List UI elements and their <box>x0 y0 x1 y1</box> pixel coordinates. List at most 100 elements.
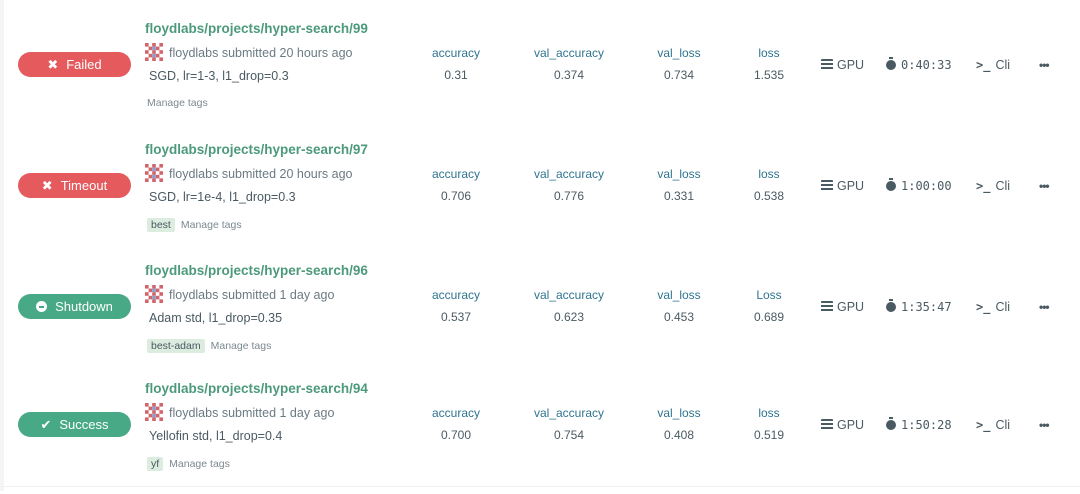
status-label: Success <box>59 417 109 432</box>
cli-button[interactable]: >_ Cli <box>976 179 1010 193</box>
metric-loss: Loss 0.689 <box>719 288 819 324</box>
metric-accuracy: accuracy 0.706 <box>406 167 506 203</box>
metric-name: accuracy <box>431 288 481 302</box>
metric-name: loss <box>758 46 780 60</box>
stopwatch-icon <box>886 417 896 430</box>
metric-value: 0.453 <box>663 310 695 324</box>
metric-val_accuracy: val_accuracy 0.623 <box>519 288 619 324</box>
more-options-button[interactable]: ••• <box>1039 58 1050 72</box>
tag-badge[interactable]: best-adam <box>147 339 205 353</box>
metric-name: val_loss <box>657 406 701 420</box>
user-avatar-icon <box>145 285 163 303</box>
owner-name[interactable]: floydlabs <box>169 406 218 420</box>
cli-button[interactable]: >_ Cli <box>976 418 1010 432</box>
submitted-time: submitted 1 day ago <box>221 406 335 420</box>
metric-val_loss: val_loss 0.331 <box>629 167 729 203</box>
instance-type: GPU <box>821 300 864 314</box>
status-badge[interactable]: ✖ Failed <box>18 52 131 77</box>
metric-name: accuracy <box>431 406 481 420</box>
tag-row: best Manage tags <box>147 218 242 232</box>
owner-name[interactable]: floydlabs <box>169 167 218 181</box>
metric-name: val_loss <box>657 288 701 302</box>
tag-badge[interactable]: best <box>147 218 175 232</box>
instance-label: GPU <box>837 418 865 432</box>
tag-badge[interactable]: yf <box>147 457 164 471</box>
metric-name: val_accuracy <box>533 288 605 302</box>
metric-val_loss: val_loss 0.453 <box>629 288 729 324</box>
metric-val_accuracy: val_accuracy 0.754 <box>519 406 619 442</box>
server-icon <box>821 180 833 191</box>
instance-type: GPU <box>821 58 864 72</box>
manage-tags-link[interactable]: Manage tags <box>147 97 208 109</box>
job-duration: 1:35:47 <box>886 299 952 314</box>
cli-button[interactable]: >_ Cli <box>976 300 1010 314</box>
metric-loss: loss 1.535 <box>719 46 819 82</box>
owner-name[interactable]: floydlabs <box>169 288 218 302</box>
status-label: Shutdown <box>55 299 113 314</box>
check-icon: ✔ <box>40 417 52 432</box>
job-owner: floydlabs submitted 20 hours ago <box>145 164 352 182</box>
instance-type: GPU <box>821 418 864 432</box>
manage-tags-link[interactable]: Manage tags <box>211 340 272 352</box>
duration-value: 1:00:00 <box>901 179 952 193</box>
cli-label: Cli <box>995 58 1011 72</box>
cli-label: Cli <box>995 179 1011 193</box>
status-badge[interactable]: ✖ Timeout <box>18 173 131 198</box>
metric-loss: loss 0.538 <box>719 167 819 203</box>
status-badge[interactable]: Shutdown <box>18 294 131 319</box>
user-avatar-icon <box>145 164 163 182</box>
metric-name: accuracy <box>431 46 481 60</box>
tag-row: yf Manage tags <box>147 457 230 471</box>
more-options-button[interactable]: ••• <box>1039 418 1050 432</box>
status-badge[interactable]: ✔ Success <box>18 412 131 437</box>
status-label: Timeout <box>60 178 108 193</box>
job-message: SGD, lr=1-3, l1_drop=0.3 <box>149 69 289 83</box>
job-message: SGD, lr=1e-4, l1_drop=0.3 <box>149 190 296 204</box>
metric-value: 0.700 <box>440 428 472 442</box>
job-message: Adam std, l1_drop=0.35 <box>149 311 283 325</box>
manage-tags-link[interactable]: Manage tags <box>169 458 230 470</box>
job-title-link[interactable]: floydlabs/projects/hyper-search/94 <box>145 381 368 396</box>
metric-name: loss <box>758 167 780 181</box>
job-owner: floydlabs submitted 1 day ago <box>145 403 334 421</box>
more-options-button[interactable]: ••• <box>1039 300 1050 314</box>
metric-name: val_loss <box>657 46 701 60</box>
duration-value: 0:40:33 <box>901 58 952 72</box>
minus-circle-icon <box>36 301 48 312</box>
metric-accuracy: accuracy 0.31 <box>406 46 506 82</box>
job-duration: 1:50:28 <box>886 417 952 432</box>
metric-value: 0.706 <box>440 189 472 203</box>
metric-value: 0.519 <box>753 428 785 442</box>
job-row: ✖ Failed floydlabs/projects/hyper-search/9… <box>0 16 1080 134</box>
terminal-icon: >_ <box>976 300 991 314</box>
metric-name: val_accuracy <box>533 406 605 420</box>
metric-name: accuracy <box>431 167 481 181</box>
job-title-link[interactable]: floydlabs/projects/hyper-search/96 <box>145 263 368 278</box>
terminal-icon: >_ <box>976 179 991 193</box>
metric-name: Loss <box>756 288 782 302</box>
owner-name[interactable]: floydlabs <box>169 46 218 60</box>
job-owner: floydlabs submitted 1 day ago <box>145 285 334 303</box>
job-title-link[interactable]: floydlabs/projects/hyper-search/97 <box>145 142 368 157</box>
job-title-link[interactable]: floydlabs/projects/hyper-search/99 <box>145 21 368 36</box>
cli-button[interactable]: >_ Cli <box>976 58 1010 72</box>
metric-value: 0.538 <box>753 189 785 203</box>
manage-tags-link[interactable]: Manage tags <box>181 219 242 231</box>
metric-name: loss <box>758 406 780 420</box>
terminal-icon: >_ <box>976 418 991 432</box>
submitted-time: submitted 20 hours ago <box>221 167 353 181</box>
job-duration: 1:00:00 <box>886 178 952 193</box>
instance-label: GPU <box>837 179 865 193</box>
instance-type: GPU <box>821 179 864 193</box>
job-duration: 0:40:33 <box>886 57 952 72</box>
metric-name: val_accuracy <box>533 167 605 181</box>
more-options-button[interactable]: ••• <box>1039 179 1050 193</box>
duration-value: 1:50:28 <box>901 418 952 432</box>
metric-value: 0.754 <box>553 428 585 442</box>
metric-value: 0.31 <box>444 68 468 82</box>
metric-val_accuracy: val_accuracy 0.374 <box>519 46 619 82</box>
metric-name: val_accuracy <box>533 46 605 60</box>
metric-accuracy: accuracy 0.700 <box>406 406 506 442</box>
cli-label: Cli <box>995 300 1011 314</box>
server-icon <box>821 301 833 312</box>
